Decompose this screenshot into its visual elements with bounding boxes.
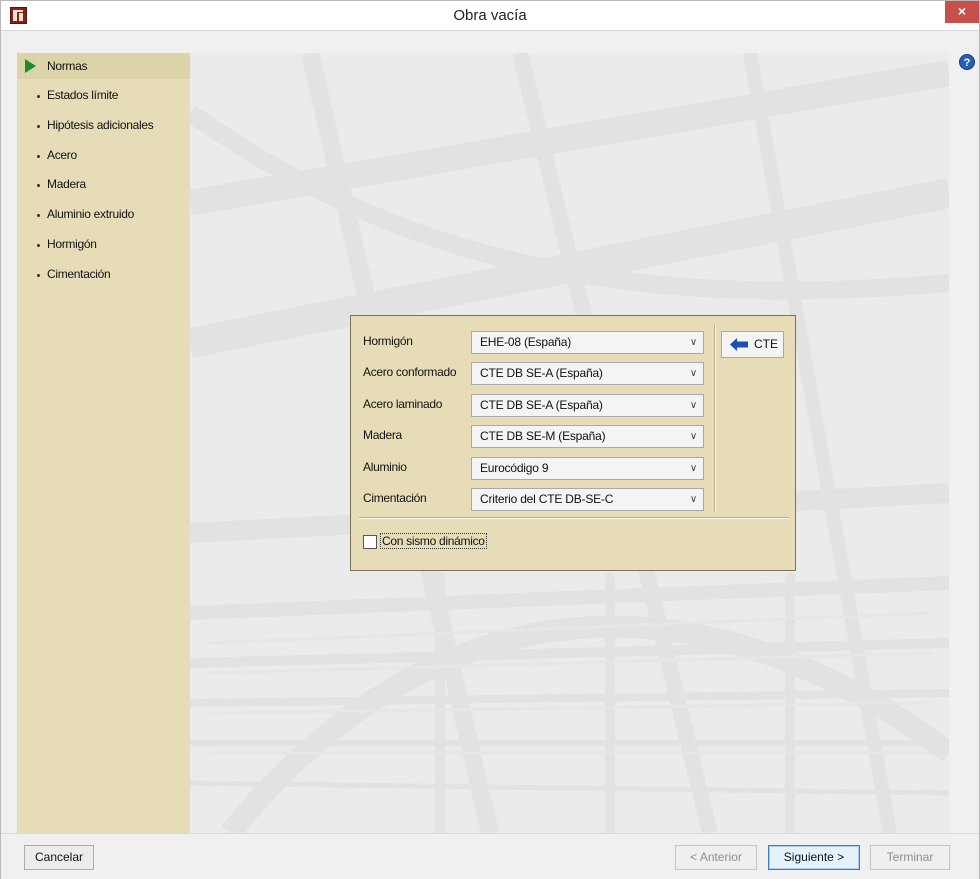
standards-panel: Hormigón EHE-08 (España) ∨ Acero conform… xyxy=(350,315,796,571)
label-cimentacion: Cimentación xyxy=(363,491,427,505)
sidebar-item-label: Cimentación xyxy=(47,267,111,281)
bullet-icon xyxy=(37,274,40,277)
vertical-divider xyxy=(714,324,716,512)
sidebar-item-aluminio-extruido[interactable]: Aluminio extruido xyxy=(17,201,190,227)
bullet-icon xyxy=(37,155,40,158)
help-icon[interactable]: ? xyxy=(959,54,975,70)
label-aluminio: Aluminio xyxy=(363,460,407,474)
chevron-down-icon: ∨ xyxy=(689,494,697,505)
next-button[interactable]: Siguiente > xyxy=(768,845,860,870)
sidebar-item-label: Hormigón xyxy=(47,237,97,251)
cte-button[interactable]: CTE xyxy=(721,331,784,358)
select-value: CTE DB SE-M (España) xyxy=(480,429,606,443)
select-value: Eurocódigo 9 xyxy=(480,461,549,475)
sidebar-item-acero[interactable]: Acero xyxy=(17,142,190,168)
close-button[interactable]: × xyxy=(945,1,979,23)
bullet-icon xyxy=(37,125,40,128)
select-acero-laminado[interactable]: CTE DB SE-A (España) ∨ xyxy=(471,394,704,417)
cte-button-label: CTE xyxy=(754,337,778,351)
bullet-icon xyxy=(37,214,40,217)
label-madera: Madera xyxy=(363,428,402,442)
select-value: EHE-08 (España) xyxy=(480,335,572,349)
title-bar: Obra vacía × xyxy=(1,1,979,31)
cancel-button[interactable]: Cancelar xyxy=(24,845,94,870)
sidebar-item-hipotesis-adicionales[interactable]: Hipótesis adicionales xyxy=(17,112,190,138)
chevron-down-icon: ∨ xyxy=(689,400,697,411)
chevron-down-icon: ∨ xyxy=(689,431,697,442)
select-madera[interactable]: CTE DB SE-M (España) ∨ xyxy=(471,425,704,448)
sidebar-item-label: Acero xyxy=(47,148,77,162)
sidebar-item-label: Madera xyxy=(47,177,86,191)
select-hormigon[interactable]: EHE-08 (España) ∨ xyxy=(471,331,704,354)
arrow-left-icon xyxy=(730,338,748,351)
chevron-down-icon: ∨ xyxy=(689,463,697,474)
label-acero-conformado: Acero conformado xyxy=(363,365,457,379)
select-cimentacion[interactable]: Criterio del CTE DB-SE-C ∨ xyxy=(471,488,704,511)
select-value: CTE DB SE-A (España) xyxy=(480,398,603,412)
sidebar-item-estados-limite[interactable]: Estados límite xyxy=(17,82,190,108)
chevron-down-icon: ∨ xyxy=(689,337,697,348)
play-icon xyxy=(25,59,36,73)
finish-button[interactable]: Terminar xyxy=(870,845,950,870)
sidebar-item-cimentacion[interactable]: Cimentación xyxy=(17,261,190,287)
bullet-icon xyxy=(37,184,40,187)
label-acero-laminado: Acero laminado xyxy=(363,397,443,411)
label-hormigon: Hormigón xyxy=(363,334,413,348)
window-title: Obra vacía xyxy=(453,7,527,24)
sidebar: Normas Estados límite Hipótesis adiciona… xyxy=(17,53,190,833)
sidebar-item-label: Normas xyxy=(47,59,88,73)
seismic-checkbox-label[interactable]: Con sismo dinámico xyxy=(380,533,487,549)
select-aluminio[interactable]: Eurocódigo 9 ∨ xyxy=(471,457,704,480)
bullet-icon xyxy=(37,95,40,98)
chevron-down-icon: ∨ xyxy=(689,368,697,379)
sidebar-item-label: Aluminio extruido xyxy=(47,207,134,221)
select-value: Criterio del CTE DB-SE-C xyxy=(480,492,614,506)
seismic-checkbox[interactable] xyxy=(363,535,377,549)
sidebar-item-label: Hipótesis adicionales xyxy=(47,118,154,132)
previous-button[interactable]: < Anterior xyxy=(675,845,757,870)
sidebar-item-hormigon[interactable]: Hormigón xyxy=(17,231,190,257)
sidebar-item-madera[interactable]: Madera xyxy=(17,171,190,197)
horizontal-divider xyxy=(359,517,789,519)
wizard-window: Obra vacía × Normas Estados límite Hipót… xyxy=(0,0,980,879)
sidebar-item-label: Estados límite xyxy=(47,88,119,102)
sidebar-item-normas[interactable]: Normas xyxy=(17,53,190,79)
select-value: CTE DB SE-A (España) xyxy=(480,366,603,380)
select-acero-conformado[interactable]: CTE DB SE-A (España) ∨ xyxy=(471,362,704,385)
bullet-icon xyxy=(37,244,40,247)
footer-bar: Cancelar < Anterior Siguiente > Terminar xyxy=(1,833,979,879)
